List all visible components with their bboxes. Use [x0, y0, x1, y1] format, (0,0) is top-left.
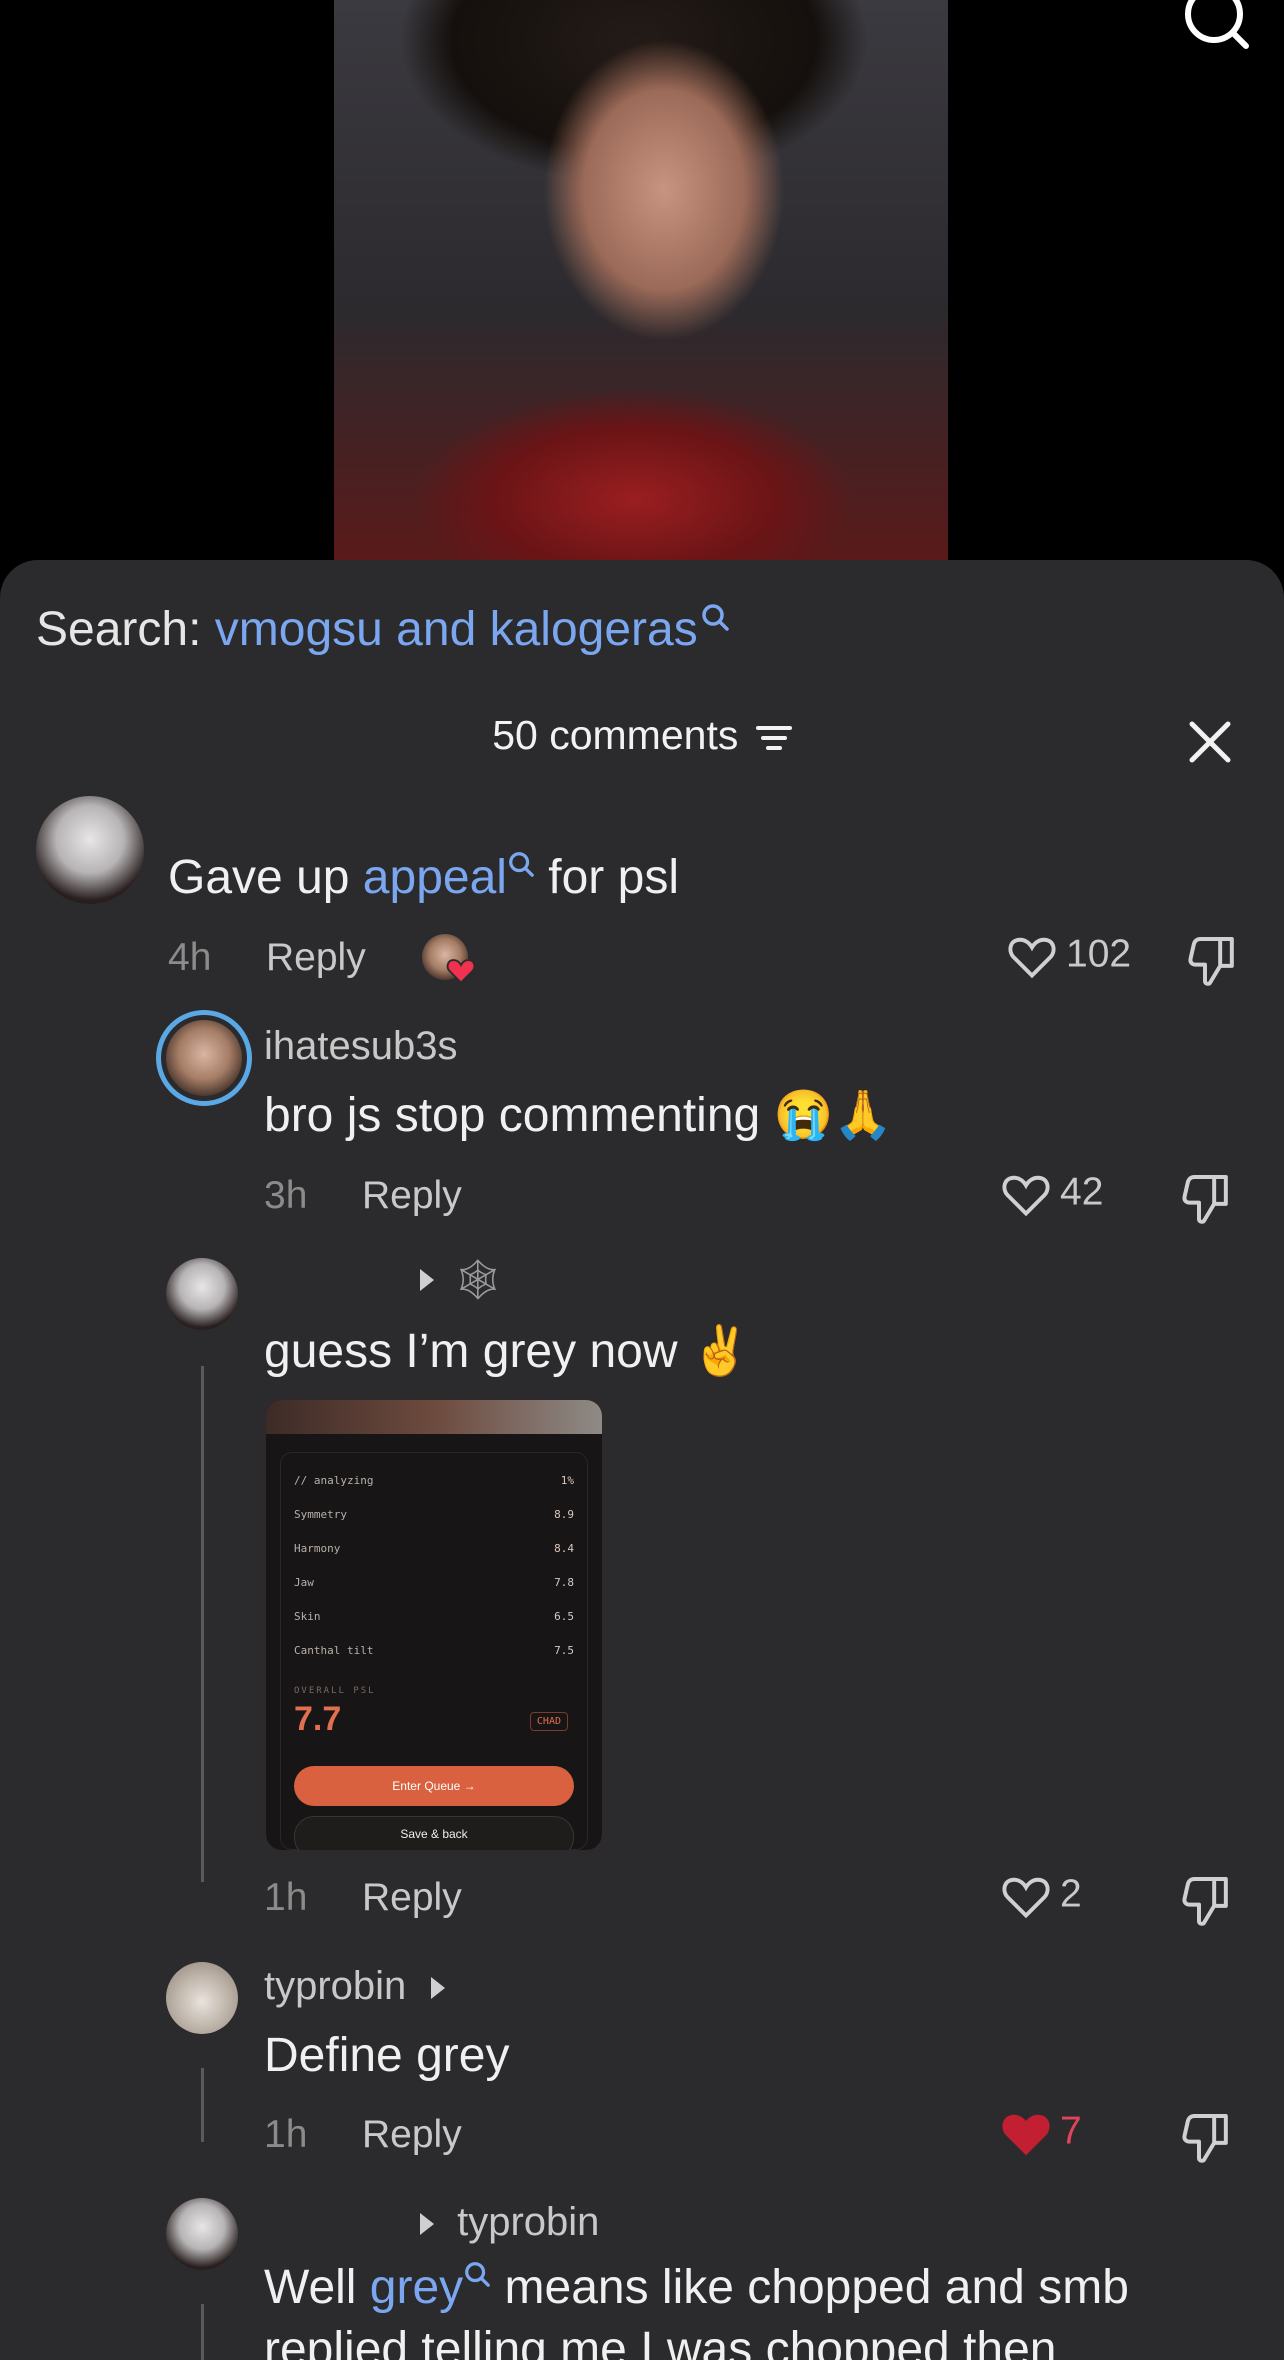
heart-filled-icon	[1002, 2114, 1050, 2156]
overall-score: 7.7	[294, 1700, 342, 1738]
like-count: 7	[1060, 2109, 1082, 2153]
sort-icon[interactable]	[755, 723, 792, 753]
search-small-icon	[465, 2262, 491, 2287]
comment-time: 1h	[264, 1876, 308, 1919]
comments-header: 50 comments	[0, 712, 1284, 759]
search-suggestion[interactable]: Search: vmogsu and kalogeras	[36, 602, 730, 657]
comments-count: 50 comments	[492, 712, 739, 758]
comment-text: guess I’m grey now ✌️	[264, 1325, 751, 1378]
play-triangle-icon	[431, 1977, 446, 2000]
avatar[interactable]	[166, 2198, 238, 2270]
reply-button[interactable]: Reply	[266, 936, 366, 980]
creator-liked-badge	[422, 934, 478, 984]
dislike-icon[interactable]	[1178, 1170, 1234, 1226]
like-count: 2	[1060, 1872, 1082, 1916]
comment-search-link[interactable]: appeal	[363, 851, 507, 904]
comment-text-line2: replied telling me I was chopped then	[264, 2323, 1057, 2360]
like-count: 42	[1060, 1170, 1104, 1214]
analysis-row: Skin 6.5	[294, 1610, 574, 1623]
dislike-icon[interactable]	[1184, 932, 1240, 988]
comment-time: 3h	[264, 1174, 308, 1217]
reply-button[interactable]: Reply	[362, 2113, 462, 2157]
analysis-row: Harmony 8.4	[294, 1542, 574, 1555]
analysis-header: // analyzing 1%	[294, 1474, 574, 1487]
heart-outline-icon	[1002, 1175, 1050, 1217]
comment-text: Gave up appeal for psl	[168, 851, 679, 904]
play-triangle-icon	[420, 1268, 434, 1291]
dislike-icon[interactable]	[1178, 1872, 1234, 1928]
reply-button[interactable]: Reply	[362, 1174, 462, 1218]
like-count: 102	[1066, 932, 1132, 976]
enter-queue-button: Enter Queue →	[294, 1766, 574, 1806]
search-query-link[interactable]: vmogsu and kalogeras	[215, 603, 698, 656]
thread-line	[201, 2068, 204, 2142]
avatar[interactable]	[166, 1962, 238, 2034]
reply-indicator: typrobin	[420, 2200, 599, 2245]
comment-username[interactable]: ihatesub3s	[264, 1024, 457, 1069]
heart-icon	[446, 959, 476, 984]
play-triangle-icon	[420, 2213, 434, 2236]
image-attachment[interactable]: // analyzing 1% Symmetry 8.9 Harmony 8.4 Ja…	[264, 1398, 604, 1852]
comment-text: Well grey means like chopped and smb	[264, 2261, 1129, 2314]
rating-tag: CHAD	[529, 1712, 568, 1731]
heart-outline-icon	[1008, 937, 1056, 979]
comment-time: 4h	[168, 936, 212, 979]
save-back-button: Save & back	[294, 1816, 574, 1850]
avatar[interactable]	[166, 1020, 242, 1096]
comment-text: Define grey	[264, 2029, 510, 2082]
search-prefix: Search:	[36, 603, 215, 656]
search-small-icon	[509, 852, 534, 877]
like-button[interactable]: 102	[1006, 932, 1131, 980]
avatar[interactable]	[166, 1258, 238, 1330]
thread-line	[201, 2304, 204, 2360]
video-player[interactable]	[0, 0, 1284, 600]
reply-button[interactable]: Reply	[362, 1876, 462, 1920]
comment-username[interactable]: typrobin	[264, 1964, 446, 2009]
comments-sheet: Search: vmogsu and kalogeras 50 comments…	[0, 560, 1284, 2360]
thread-line	[201, 1366, 204, 1882]
username-emoji: 🕸	[452, 1258, 504, 1302]
overall-label: OVERALL PSL	[294, 1686, 376, 1696]
search-small-icon	[701, 604, 729, 631]
analysis-row: Jaw 7.8	[294, 1576, 574, 1589]
like-button[interactable]: 42	[1000, 1170, 1103, 1218]
heart-outline-icon	[1002, 1877, 1050, 1919]
reply-to-username[interactable]: typrobin	[457, 2200, 599, 2244]
search-icon[interactable]	[1180, 0, 1250, 60]
video-frame	[334, 0, 948, 560]
comment-search-link[interactable]: grey	[370, 2261, 463, 2314]
like-button[interactable]: 7	[1000, 2109, 1082, 2157]
analysis-row: Canthal tilt 7.5	[294, 1644, 574, 1657]
analysis-row: Symmetry 8.9	[294, 1508, 574, 1521]
attachment-preview-strip	[266, 1400, 602, 1434]
reply-indicator: 🕸	[420, 1256, 503, 1303]
close-icon[interactable]	[1188, 720, 1232, 764]
comment-text: bro js stop commenting 😭🙏	[264, 1089, 894, 1142]
like-button[interactable]: 2	[1000, 1872, 1082, 1920]
avatar[interactable]	[36, 796, 144, 904]
comment-time: 1h	[264, 2113, 308, 2156]
dislike-icon[interactable]	[1178, 2109, 1234, 2165]
